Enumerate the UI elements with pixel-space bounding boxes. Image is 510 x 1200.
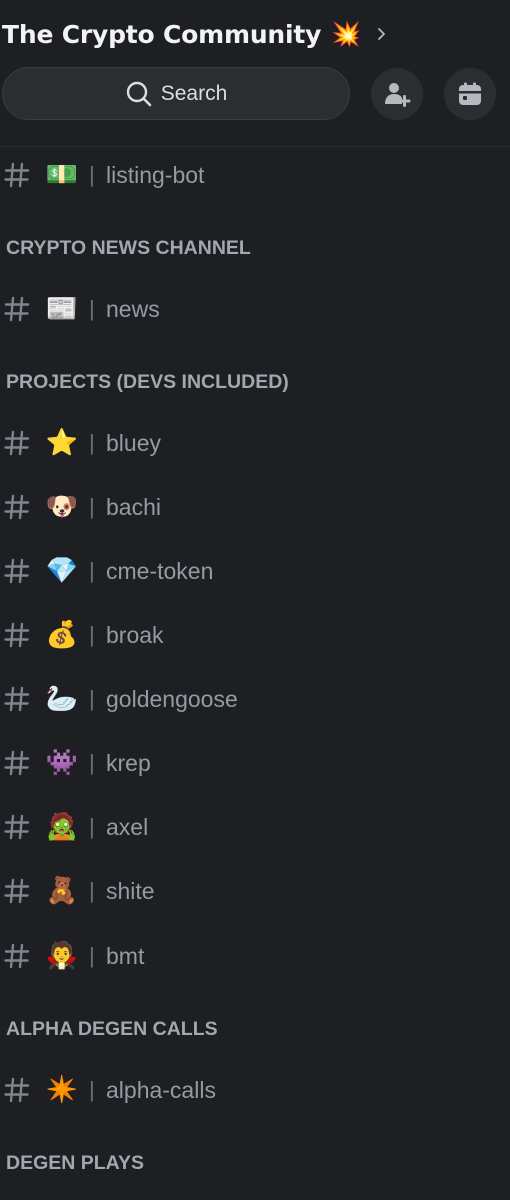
channel-emoji: 🦢 — [45, 684, 79, 714]
channel-name: listing-bot — [106, 162, 205, 188]
add-member-icon — [385, 83, 411, 107]
invite-members-button[interactable] — [371, 68, 423, 120]
channel-separator: | — [89, 943, 95, 968]
channel-bachi[interactable]: 🐶 | bachi — [0, 487, 510, 527]
search-icon — [126, 81, 152, 106]
channel-name: broak — [106, 622, 164, 648]
text-channel-hash-icon — [4, 750, 30, 776]
server-header[interactable]: The Crypto Community 💥 — [2, 12, 389, 56]
text-channel-hash-icon — [4, 162, 30, 188]
search-button[interactable]: Search — [2, 67, 350, 120]
channel-name: bmt — [106, 943, 145, 969]
channel-separator: | — [89, 878, 95, 903]
channel-name: goldengoose — [106, 686, 238, 712]
channel-name: bachi — [106, 494, 161, 520]
channel-cme-token[interactable]: 💎 | cme-token — [0, 551, 510, 591]
channel-news[interactable]: 📰 | news — [0, 289, 510, 329]
channel-separator: | — [89, 162, 95, 187]
channel-bluey[interactable]: ⭐ | bluey — [0, 423, 510, 463]
channel-alpha-calls[interactable]: ✴️ | alpha-calls — [0, 1070, 510, 1110]
channel-listing-bot[interactable]: 💵 | listing-bot — [0, 155, 510, 195]
channel-separator: | — [89, 686, 95, 711]
channel-emoji: 📰 — [45, 294, 79, 324]
category-projects[interactable]: PROJECTS (DEVS INCLUDED) — [6, 371, 289, 394]
channel-name: shite — [106, 878, 155, 904]
channel-krep[interactable]: 👾 | krep — [0, 743, 510, 783]
category-crypto-news[interactable]: CRYPTO NEWS CHANNEL — [6, 237, 251, 260]
text-channel-hash-icon — [4, 943, 30, 969]
text-channel-hash-icon — [4, 878, 30, 904]
channel-separator: | — [89, 1077, 95, 1102]
channel-separator: | — [89, 622, 95, 647]
server-name[interactable]: The Crypto Community — [2, 20, 321, 49]
channel-separator: | — [89, 430, 95, 455]
text-channel-hash-icon — [4, 1077, 30, 1103]
channel-separator: | — [89, 494, 95, 519]
channel-emoji: ⭐ — [45, 428, 79, 458]
text-channel-hash-icon — [4, 814, 30, 840]
channel-separator: | — [89, 296, 95, 321]
chevron-right-icon[interactable] — [375, 27, 389, 41]
channel-emoji: 🧸 — [45, 876, 79, 906]
channel-sidebar: The Crypto Community 💥 Search 💵 | listin… — [0, 0, 510, 1200]
channel-emoji: ✴️ — [45, 1075, 79, 1105]
channel-emoji: 💵 — [45, 160, 79, 190]
server-emoji: 💥 — [331, 20, 362, 48]
events-button[interactable] — [444, 68, 496, 120]
channel-separator: | — [89, 750, 95, 775]
category-alpha-degen-calls[interactable]: ALPHA DEGEN CALLS — [6, 1018, 218, 1041]
channel-emoji: 💎 — [45, 556, 79, 586]
category-degen-plays[interactable]: DEGEN PLAYS — [6, 1152, 144, 1175]
channel-emoji: 💰 — [45, 620, 79, 650]
channel-goldengoose[interactable]: 🦢 | goldengoose — [0, 679, 510, 719]
search-label: Search — [160, 81, 228, 105]
calendar-icon — [459, 82, 481, 105]
channel-name: alpha-calls — [106, 1077, 216, 1103]
channel-name: axel — [106, 814, 149, 840]
text-channel-hash-icon — [4, 296, 30, 322]
channel-broak[interactable]: 💰 | broak — [0, 615, 510, 655]
channel-name: krep — [106, 750, 151, 776]
text-channel-hash-icon — [4, 430, 30, 456]
channel-emoji: 👾 — [45, 748, 79, 778]
text-channel-hash-icon — [4, 494, 30, 520]
channel-shite[interactable]: 🧸 | shite — [0, 871, 510, 911]
channel-emoji: 🐶 — [45, 492, 79, 522]
header-divider — [0, 146, 510, 147]
channel-emoji: 🧛 — [45, 941, 79, 971]
channel-emoji: 🧟 — [45, 812, 79, 842]
channel-name: bluey — [106, 430, 161, 456]
channel-axel[interactable]: 🧟 | axel — [0, 807, 510, 847]
channel-separator: | — [89, 814, 95, 839]
text-channel-hash-icon — [4, 622, 30, 648]
text-channel-hash-icon — [4, 558, 30, 584]
channel-separator: | — [89, 558, 95, 583]
text-channel-hash-icon — [4, 686, 30, 712]
channel-name: news — [106, 296, 160, 322]
channel-bmt[interactable]: 🧛 | bmt — [0, 936, 510, 976]
channel-name: cme-token — [106, 558, 214, 584]
